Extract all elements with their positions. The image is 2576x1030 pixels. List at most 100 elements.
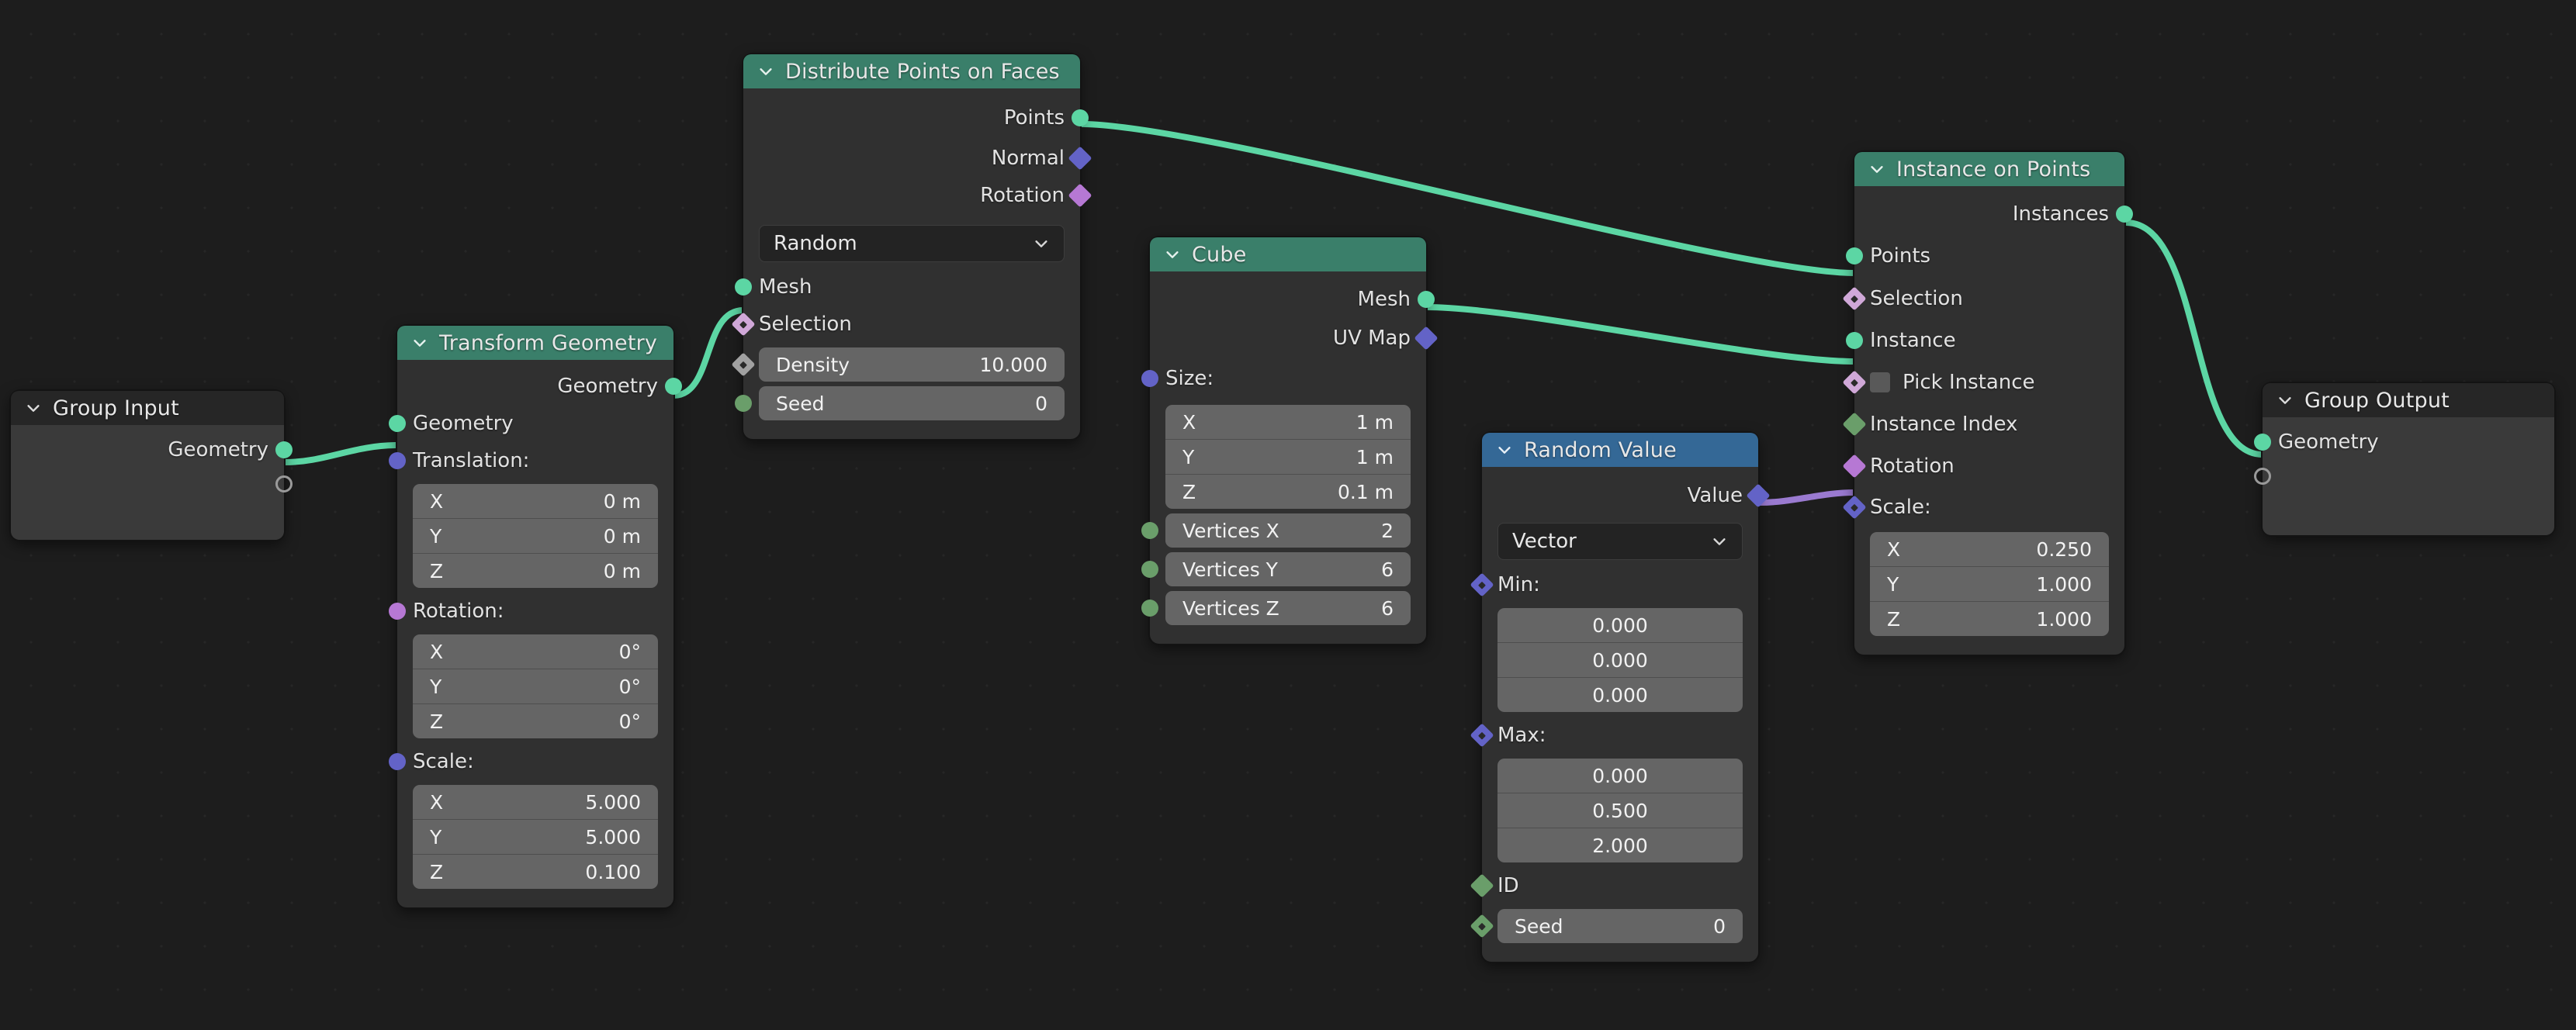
max-z-field[interactable]: 2.000 <box>1497 828 1743 862</box>
scale-fields[interactable]: X5.000 Y5.000 Z0.100 <box>413 785 658 889</box>
socket-input-vertices-x[interactable] <box>1141 522 1158 539</box>
node-header-random-value[interactable]: Random Value <box>1482 433 1758 467</box>
socket-input-instance[interactable] <box>1846 332 1863 349</box>
socket-input-virtual[interactable] <box>2254 468 2271 485</box>
socket-input-seed[interactable] <box>735 395 752 412</box>
min-y-field[interactable]: 0.000 <box>1497 642 1743 677</box>
distribution-method-dropdown[interactable]: Random <box>759 225 1065 262</box>
scale-z-field[interactable]: Z1.000 <box>1870 601 2109 636</box>
translation-x-field[interactable]: X0 m <box>413 484 658 518</box>
min-fields[interactable]: 0.000 0.000 0.000 <box>1497 608 1743 712</box>
node-editor-canvas[interactable]: Group Input Geometry Transform Geometry … <box>0 0 2576 1030</box>
translation-y-field[interactable]: Y0 m <box>413 518 658 553</box>
vertices-x-field[interactable]: Vertices X 2 <box>1165 513 1411 548</box>
rotation-x-field[interactable]: X0° <box>413 634 658 669</box>
node-transform-geometry[interactable]: Transform Geometry Geometry Geometry Tra… <box>397 326 673 907</box>
node-header-group-output[interactable]: Group Output <box>2263 383 2554 417</box>
pick-instance-checkbox[interactable] <box>1870 372 1890 392</box>
socket-input-translation[interactable] <box>389 452 406 469</box>
socket-input-geometry[interactable] <box>389 415 406 432</box>
vertices-y-field[interactable]: Vertices Y 6 <box>1165 552 1411 586</box>
chevron-down-icon[interactable] <box>1868 161 1885 178</box>
chevron-down-icon[interactable] <box>1711 533 1728 550</box>
seed-field[interactable]: Seed 0 <box>759 386 1065 420</box>
size-fields[interactable]: X1 m Y1 m Z0.1 m <box>1165 405 1411 509</box>
chevron-down-icon[interactable] <box>1164 246 1181 263</box>
socket-input-selection[interactable] <box>731 312 755 336</box>
node-distribute-points-on-faces[interactable]: Distribute Points on Faces Points Normal… <box>743 54 1080 439</box>
socket-output-instances[interactable] <box>2116 206 2133 223</box>
node-random-value[interactable]: Random Value Value Vector Min: 0.000 0.0… <box>1482 433 1758 962</box>
chevron-down-icon[interactable] <box>757 63 774 80</box>
node-header-transform-geometry[interactable]: Transform Geometry <box>397 326 673 360</box>
socket-input-mesh[interactable] <box>735 278 752 296</box>
min-z-field[interactable]: 0.000 <box>1497 677 1743 712</box>
socket-input-max[interactable] <box>1470 723 1494 747</box>
min-x-field[interactable]: 0.000 <box>1497 608 1743 642</box>
node-header-cube[interactable]: Cube <box>1150 237 1426 271</box>
scale-y-field[interactable]: Y5.000 <box>413 819 658 854</box>
socket-input-geometry[interactable] <box>2254 434 2271 451</box>
vertices-x-group[interactable]: Vertices X 2 <box>1165 513 1411 548</box>
socket-input-rotation[interactable] <box>1842 454 1866 478</box>
density-field-group[interactable]: Density 10.000 <box>759 347 1065 382</box>
node-header-group-input[interactable]: Group Input <box>11 391 284 425</box>
socket-input-seed[interactable] <box>1470 914 1494 938</box>
rotation-z-field[interactable]: Z0° <box>413 703 658 738</box>
socket-output-virtual[interactable] <box>275 475 293 493</box>
size-y-field[interactable]: Y1 m <box>1165 439 1411 474</box>
scale-z-field[interactable]: Z0.100 <box>413 854 658 889</box>
socket-input-selection[interactable] <box>1842 286 1866 310</box>
size-x-field[interactable]: X1 m <box>1165 405 1411 439</box>
scale-x-field[interactable]: X5.000 <box>413 785 658 819</box>
node-group-input[interactable]: Group Input Geometry <box>11 391 284 540</box>
socket-input-scale[interactable] <box>389 753 406 770</box>
data-type-dropdown[interactable]: Vector <box>1497 523 1743 560</box>
socket-output-rotation[interactable] <box>1068 183 1092 207</box>
socket-input-instance-index[interactable] <box>1842 412 1866 436</box>
seed-field[interactable]: Seed 0 <box>1497 909 1743 943</box>
node-header-instance-on-points[interactable]: Instance on Points <box>1854 152 2124 186</box>
seed-field-group[interactable]: Seed 0 <box>1497 909 1743 943</box>
max-x-field[interactable]: 0.000 <box>1497 759 1743 793</box>
density-field[interactable]: Density 10.000 <box>759 347 1065 382</box>
socket-output-value[interactable] <box>1746 483 1770 507</box>
chevron-down-icon[interactable] <box>411 334 428 351</box>
chevron-down-icon[interactable] <box>25 399 42 416</box>
seed-field-group[interactable]: Seed 0 <box>759 386 1065 420</box>
node-cube[interactable]: Cube Mesh UV Map Size: X1 m Y1 m Z0.1 m <box>1150 237 1426 644</box>
translation-fields[interactable]: X0 m Y0 m Z0 m <box>413 484 658 588</box>
rotation-y-field[interactable]: Y0° <box>413 669 658 703</box>
rotation-fields[interactable]: X0° Y0° Z0° <box>413 634 658 738</box>
chevron-down-icon[interactable] <box>1033 235 1050 252</box>
scale-y-field[interactable]: Y1.000 <box>1870 566 2109 601</box>
vertices-z-field[interactable]: Vertices Z 6 <box>1165 591 1411 625</box>
vertices-z-group[interactable]: Vertices Z 6 <box>1165 591 1411 625</box>
node-header-distribute-points-on-faces[interactable]: Distribute Points on Faces <box>743 54 1080 88</box>
socket-output-geometry[interactable] <box>275 441 293 458</box>
socket-input-density[interactable] <box>731 352 755 376</box>
vertices-y-group[interactable]: Vertices Y 6 <box>1165 552 1411 586</box>
node-group-output[interactable]: Group Output Geometry <box>2263 383 2554 535</box>
chevron-down-icon[interactable] <box>1496 441 1513 458</box>
socket-input-vertices-z[interactable] <box>1141 600 1158 617</box>
socket-input-size[interactable] <box>1141 370 1158 387</box>
socket-input-scale[interactable] <box>1842 495 1866 519</box>
socket-output-geometry[interactable] <box>665 378 682 395</box>
socket-input-pick-instance[interactable] <box>1842 370 1866 394</box>
socket-output-uvmap[interactable] <box>1414 326 1438 350</box>
max-fields[interactable]: 0.000 0.500 2.000 <box>1497 759 1743 862</box>
socket-input-min[interactable] <box>1470 572 1494 596</box>
scale-fields[interactable]: X0.250 Y1.000 Z1.000 <box>1870 532 2109 636</box>
size-z-field[interactable]: Z0.1 m <box>1165 474 1411 509</box>
socket-output-mesh[interactable] <box>1418 291 1435 308</box>
max-y-field[interactable]: 0.500 <box>1497 793 1743 828</box>
socket-input-vertices-y[interactable] <box>1141 561 1158 578</box>
socket-output-normal[interactable] <box>1068 146 1092 170</box>
socket-input-points[interactable] <box>1846 247 1863 264</box>
chevron-down-icon[interactable] <box>2277 392 2294 409</box>
node-instance-on-points[interactable]: Instance on Points Instances Points Sele… <box>1854 152 2124 655</box>
scale-x-field[interactable]: X0.250 <box>1870 532 2109 566</box>
socket-input-rotation[interactable] <box>389 603 406 620</box>
socket-input-id[interactable] <box>1470 873 1494 897</box>
